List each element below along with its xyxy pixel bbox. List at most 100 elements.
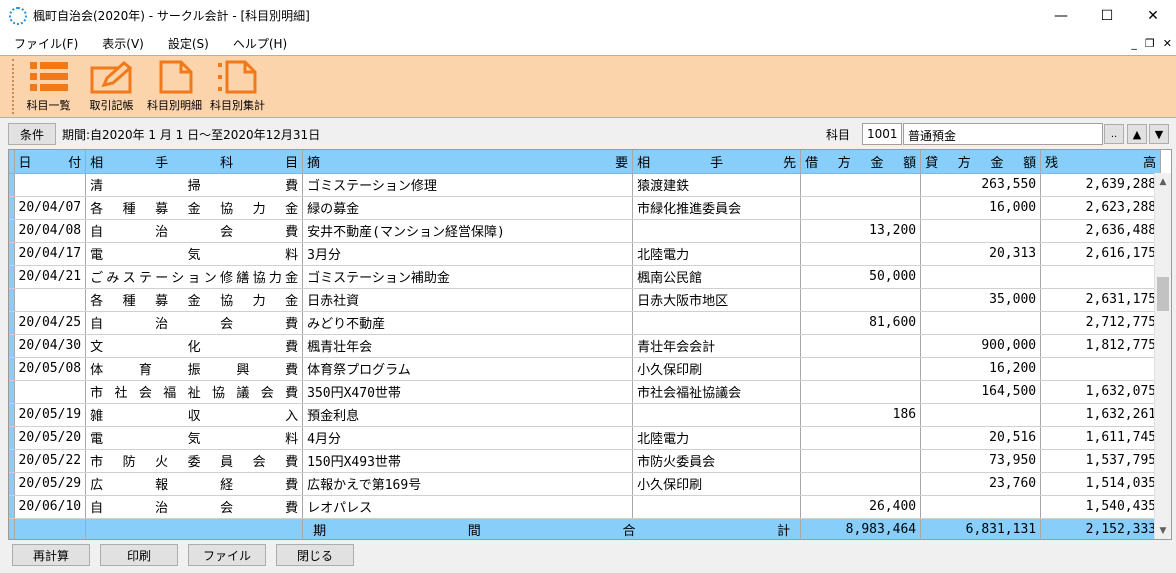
cell-credit[interactable]: 164,500 [920,380,1042,404]
cell-partner[interactable]: 市防火委員会 [632,449,802,473]
cell-counter-account[interactable]: ごみステーション修繕協力金 [85,265,304,289]
cell-debit[interactable] [800,426,922,450]
cell-date[interactable]: 20/05/29 [14,472,87,496]
cell-balance[interactable]: 1,611,745 [1040,426,1162,450]
cell-partner[interactable]: 猿渡建鉄 [632,173,802,197]
table-row[interactable]: 20/04/30 文化費 楓青壮年会 青壮年会会計 900,000 1,812,775 [9,334,1162,358]
table-row[interactable]: 20/04/08 自治会費 安井不動産(マンション経営保障) 13,200 2,636,… [9,219,1162,243]
cell-description[interactable]: 150円X493世帯 [302,449,634,473]
cell-date[interactable]: 20/05/08 [14,357,87,381]
menu-help[interactable]: ヘルプ(H) [223,35,297,52]
cell-counter-account[interactable]: 清掃費 [85,173,304,197]
close-window-button[interactable]: 閉じる [276,544,354,566]
cell-credit[interactable]: 16,200 [920,357,1042,381]
condition-button[interactable]: 条件 [8,123,56,145]
cell-partner[interactable]: 市緑化推進委員会 [632,196,802,220]
cell-credit[interactable] [920,311,1042,335]
table-row[interactable]: 20/05/22 市防火委員会費 150円X493世帯 市防火委員会 73,950 1,5… [9,449,1162,473]
cell-balance[interactable]: 1,514,035 [1040,472,1162,496]
header-balance[interactable]: 残高 [1040,150,1162,174]
cell-credit[interactable]: 35,000 [920,288,1042,312]
table-row[interactable]: 20/05/08 体育振興費 体育祭プログラム 小久保印刷 16,200 [9,357,1162,381]
table-row[interactable]: 20/05/29 広報経費 広報かえで第169号 小久保印刷 23,760 1,514,0… [9,472,1162,496]
cell-balance[interactable]: 2,712,775 [1040,311,1162,335]
cell-debit[interactable]: 81,600 [800,311,922,335]
maximize-button[interactable]: ☐ [1084,0,1130,31]
cell-credit[interactable]: 73,950 [920,449,1042,473]
toolbar-journal-button[interactable]: 取引記帳 [80,56,143,116]
cell-description[interactable]: 4月分 [302,426,634,450]
cell-debit[interactable]: 13,200 [800,219,922,243]
cell-description[interactable]: 楓青壮年会 [302,334,634,358]
cell-description[interactable]: 広報かえで第169号 [302,472,634,496]
account-name-field[interactable]: 普通預金 [903,123,1103,145]
table-row[interactable]: 20/04/17 電気料 3月分 北陸電力 20,313 2,616,175 [9,242,1162,266]
scroll-up-icon[interactable]: ▲ [1155,173,1171,190]
cell-date[interactable]: 20/04/08 [14,219,87,243]
cell-partner[interactable] [632,219,802,243]
cell-balance[interactable] [1040,357,1162,381]
cell-date[interactable]: 20/04/25 [14,311,87,335]
cell-partner[interactable]: 楓南公民館 [632,265,802,289]
cell-date[interactable]: 20/04/17 [14,242,87,266]
cell-balance[interactable]: 2,616,175 [1040,242,1162,266]
header-partner[interactable]: 相手先 [632,150,802,174]
header-debit[interactable]: 借方金額 [800,150,922,174]
cell-date[interactable] [14,380,87,404]
cell-description[interactable]: 体育祭プログラム [302,357,634,381]
mdi-close-button[interactable]: ✕ [1163,37,1172,50]
cell-date[interactable]: 20/05/19 [14,403,87,427]
cell-debit[interactable] [800,380,922,404]
scroll-thumb[interactable] [1157,277,1169,311]
cell-balance[interactable]: 1,632,075 [1040,380,1162,404]
cell-description[interactable]: 預金利息 [302,403,634,427]
previous-account-button[interactable]: ▲ [1127,124,1147,144]
file-button[interactable]: ファイル [188,544,266,566]
cell-date[interactable]: 20/04/30 [14,334,87,358]
cell-balance[interactable]: 1,632,261 [1040,403,1162,427]
table-row[interactable]: 市社会福祉協議会費 350円X470世帯 市社会福祉協議会 164,500 1,632,… [9,380,1162,404]
menu-file[interactable]: ファイル(F) [4,35,88,52]
table-row[interactable]: 20/05/19 雑収入 預金利息 186 1,632,261 [9,403,1162,427]
cell-partner[interactable] [632,311,802,335]
mdi-restore-button[interactable]: ❐ [1145,37,1155,50]
cell-counter-account[interactable]: 各種募金協力金 [85,196,304,220]
cell-credit[interactable]: 23,760 [920,472,1042,496]
cell-description[interactable]: 緑の募金 [302,196,634,220]
cell-counter-account[interactable]: 雑収入 [85,403,304,427]
cell-balance[interactable]: 2,623,288 [1040,196,1162,220]
header-credit[interactable]: 貸方金額 [920,150,1042,174]
cell-balance[interactable]: 1,812,775 [1040,334,1162,358]
header-date[interactable]: 日付 [14,150,87,174]
table-row[interactable]: 清掃費 ゴミステーション修理 猿渡建鉄 263,550 2,639,288 [9,173,1162,197]
table-row[interactable]: 各種募金協力金 日赤社資 日赤大阪市地区 35,000 2,631,175 [9,288,1162,312]
vertical-scrollbar[interactable]: ▲ ▼ [1154,173,1171,539]
table-row[interactable]: 20/05/20 電気料 4月分 北陸電力 20,516 1,611,745 [9,426,1162,450]
cell-description[interactable]: 3月分 [302,242,634,266]
cell-description[interactable]: ゴミステーション修理 [302,173,634,197]
ledger-grid[interactable]: 日付 相手科目 摘要 相手先 借方金額 貸方金額 残高 清掃費 ゴミステーション修… [8,149,1172,540]
cell-counter-account[interactable]: 広報経費 [85,472,304,496]
cell-description[interactable]: ゴミステーション補助金 [302,265,634,289]
cell-balance[interactable]: 2,639,288 [1040,173,1162,197]
account-lookup-button[interactable]: .. [1104,124,1124,144]
cell-date[interactable]: 20/06/10 [14,495,87,519]
cell-balance[interactable]: 2,631,175 [1040,288,1162,312]
recalculate-button[interactable]: 再計算 [12,544,90,566]
cell-description[interactable]: 日赤社資 [302,288,634,312]
cell-debit[interactable] [800,334,922,358]
cell-debit[interactable] [800,449,922,473]
toolbar-account-list-button[interactable]: 科目一覧 [17,56,80,116]
toolbar-account-detail-button[interactable]: 科目別明細 [143,56,206,116]
cell-date[interactable] [14,288,87,312]
cell-partner[interactable] [632,495,802,519]
cell-credit[interactable]: 16,000 [920,196,1042,220]
cell-partner[interactable]: 小久保印刷 [632,472,802,496]
cell-credit[interactable] [920,219,1042,243]
table-row[interactable]: 20/04/07 各種募金協力金 緑の募金 市緑化推進委員会 16,000 2,623,2… [9,196,1162,220]
cell-debit[interactable] [800,357,922,381]
cell-description[interactable]: 安井不動産(マンション経営保障) [302,219,634,243]
cell-debit[interactable] [800,196,922,220]
mdi-minimize-button[interactable]: _ [1131,37,1137,50]
cell-debit[interactable]: 50,000 [800,265,922,289]
